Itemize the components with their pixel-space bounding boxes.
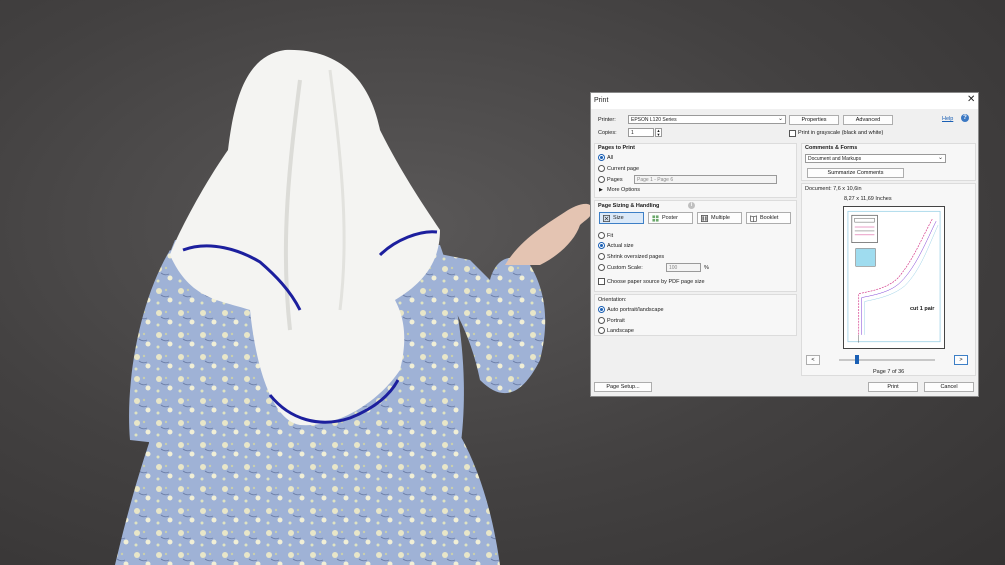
pages-to-print-heading: Pages to Print (598, 145, 635, 151)
actual-size-label: Actual size (607, 243, 634, 249)
landscape-radio[interactable] (598, 327, 605, 334)
custom-scale-label: Custom Scale: (607, 265, 643, 271)
portrait-label: Portrait (607, 318, 625, 324)
page-slider-track[interactable] (839, 359, 935, 361)
pages-range-input[interactable]: Page 1 - Page 6 (634, 175, 777, 184)
fit-radio[interactable] (598, 232, 605, 239)
size-icon (603, 215, 610, 222)
advanced-button[interactable]: Advanced (843, 115, 893, 125)
comments-select-value: Document and Markups (808, 156, 862, 162)
preview-label: cut 1 pair (910, 306, 935, 312)
chevron-down-icon: ⌄ (937, 155, 943, 161)
booklet-toggle-label: Booklet (760, 215, 779, 221)
all-pages-label: All (607, 155, 614, 161)
more-options-arrow-icon[interactable]: ▶ (599, 187, 603, 193)
page-indicator: Page 7 of 36 (873, 369, 905, 375)
pages-label: Pages (607, 177, 623, 183)
page-slider-handle[interactable] (855, 355, 859, 364)
dress-skirt (115, 435, 500, 565)
auto-orientation-radio[interactable] (598, 306, 605, 313)
current-page-radio[interactable] (598, 165, 605, 172)
help-link[interactable]: Help (942, 116, 953, 122)
grayscale-label: Print in grayscale (black and white) (798, 130, 884, 136)
copies-label: Copies: (598, 130, 617, 136)
shrink-radio[interactable] (598, 253, 605, 260)
size-toggle[interactable]: Size (599, 212, 644, 224)
percent-label: % (704, 265, 709, 271)
shrink-label: Shrink oversized pages (607, 254, 665, 260)
pages-radio[interactable] (598, 176, 605, 183)
previous-page-button[interactable]: < (806, 355, 820, 365)
cancel-button[interactable]: Cancel (924, 382, 974, 392)
dialog-title: Print (594, 97, 609, 104)
fit-label: Fit (607, 233, 614, 239)
comments-heading: Comments & Forms (805, 145, 858, 151)
print-button[interactable]: Print (868, 382, 918, 392)
summarize-comments-button[interactable]: Summarize Comments (807, 168, 904, 178)
printer-select[interactable]: EPSON L120 Series ⌄ (628, 115, 786, 124)
comments-select[interactable]: Document and Markups ⌄ (805, 154, 946, 163)
pattern-preview-drawing (847, 210, 941, 343)
page-sizing-heading: Page Sizing & Handling (598, 203, 660, 209)
help-icon[interactable]: ? (961, 114, 969, 122)
booklet-toggle[interactable]: Booklet (746, 212, 791, 224)
paper-source-checkbox[interactable] (598, 278, 605, 285)
multiple-icon (701, 215, 708, 222)
all-pages-radio[interactable] (598, 154, 605, 161)
current-page-label: Current page (607, 166, 640, 172)
page-preview: cut 1 pair (843, 206, 945, 349)
multiple-toggle-label: Multiple (711, 215, 730, 221)
auto-orientation-label: Auto portrait/landscape (607, 307, 664, 313)
more-options-toggle[interactable]: More Options (607, 187, 640, 193)
copies-input[interactable]: 1 (628, 128, 654, 137)
custom-scale-radio[interactable] (598, 264, 605, 271)
poster-toggle[interactable]: Poster (648, 212, 693, 224)
portrait-radio[interactable] (598, 317, 605, 324)
close-icon[interactable]: ✕ (967, 95, 975, 105)
poster-toggle-label: Poster (662, 215, 678, 221)
actual-size-radio[interactable] (598, 242, 605, 249)
booklet-icon (750, 215, 757, 222)
landscape-label: Landscape (607, 328, 634, 334)
printer-select-value: EPSON L120 Series (631, 117, 677, 123)
size-toggle-label: Size (613, 215, 624, 221)
page-setup-button[interactable]: Page Setup... (594, 382, 652, 392)
multiple-toggle[interactable]: Multiple (697, 212, 742, 224)
title-bar (591, 93, 978, 109)
poster-icon (652, 215, 659, 222)
hand (505, 203, 593, 265)
paper-size: 8,27 x 11,69 Inches (844, 196, 892, 202)
properties-button[interactable]: Properties (789, 115, 839, 125)
next-page-button[interactable]: > (954, 355, 968, 365)
print-dialog: Print ✕ Printer: EPSON L120 Series ⌄ Pro… (590, 92, 979, 397)
grayscale-checkbox[interactable] (789, 130, 796, 137)
custom-scale-input[interactable]: 100 (666, 263, 701, 272)
info-icon[interactable]: i (688, 202, 695, 209)
document-size: Document: 7,6 x 10,6in (805, 186, 862, 192)
printer-label: Printer: (598, 117, 616, 123)
paper-source-label: Choose paper source by PDF page size (607, 279, 705, 285)
chevron-down-icon: ⌄ (777, 116, 783, 122)
copies-stepper[interactable]: ▲ ▼ (655, 128, 662, 137)
orientation-heading: Orientation: (598, 297, 627, 303)
